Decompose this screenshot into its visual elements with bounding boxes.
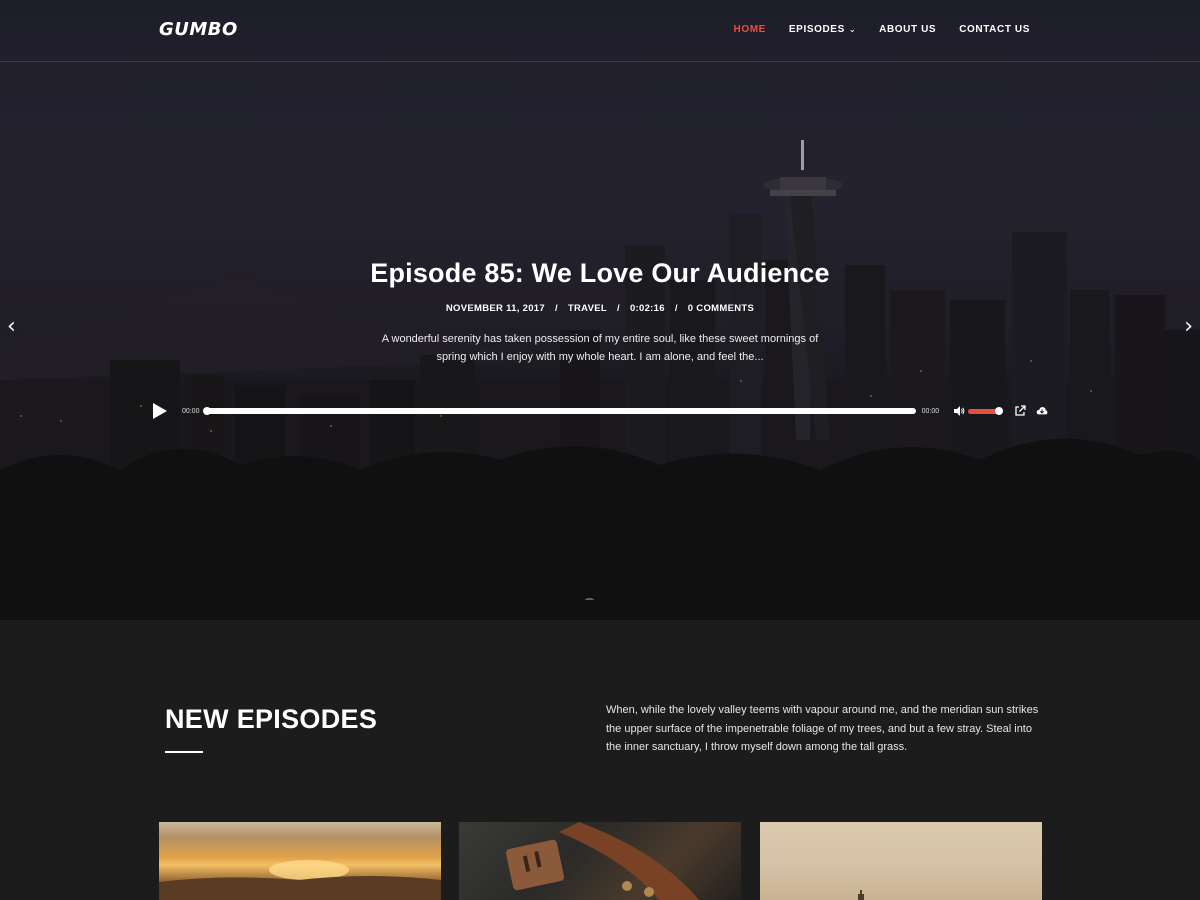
chevron-down-icon: ⌄ [848, 25, 857, 34]
episode-comments[interactable]: 0 COMMENTS [688, 303, 754, 314]
audio-player: 00:00 00:00 [152, 400, 1048, 422]
hero-content: Episode 85: We Love Our Audience NOVEMBE… [0, 258, 1200, 366]
volume-slider[interactable] [968, 407, 1004, 415]
total-time: 00:00 [921, 407, 940, 415]
slider-indicator[interactable] [585, 598, 594, 602]
nav-home-label: HOME [733, 24, 766, 35]
meta-separator: / [617, 303, 620, 314]
meta-separator: / [674, 303, 678, 314]
episode-card-thumbnail[interactable] [459, 822, 741, 900]
episode-card-thumbnail[interactable] [760, 822, 1042, 900]
episode-title[interactable]: Episode 85: We Love Our Audience [0, 258, 1200, 289]
nav-about[interactable]: ABOUT US [879, 24, 936, 35]
main-nav: HOME EPISODES ⌄ ABOUT US CONTACT US [734, 24, 1031, 35]
city-skyline-image [858, 890, 864, 900]
sunset-image [159, 860, 441, 900]
episode-excerpt: A wonderful serenity has taken possessio… [381, 333, 819, 363]
episode-category[interactable]: TRAVEL [568, 303, 607, 314]
episode-date[interactable]: NOVEMBER 11, 2017 [446, 303, 545, 314]
nav-contact[interactable]: CONTACT US [959, 24, 1030, 35]
nav-about-label: ABOUT US [879, 24, 937, 35]
episode-meta: NOVEMBER 11, 2017 / TRAVEL / 0:02:16 / 0… [0, 303, 1200, 314]
progress-handle[interactable] [203, 407, 212, 415]
episode-duration: 0:02:16 [629, 303, 665, 314]
nav-home[interactable]: HOME [734, 24, 766, 35]
volume-handle[interactable] [995, 407, 1004, 415]
nav-contact-label: CONTACT US [959, 24, 1030, 35]
current-time: 00:00 [181, 407, 200, 415]
volume-icon[interactable] [953, 405, 965, 417]
title-divider [165, 751, 203, 753]
meta-separator: / [554, 303, 558, 314]
leather-bag-image [505, 822, 699, 900]
site-logo[interactable]: GUMBO [159, 19, 238, 40]
episode-card-thumbnail[interactable] [159, 822, 441, 900]
nav-episodes[interactable]: EPISODES ⌄ [789, 24, 856, 35]
section-title: NEW EPISODES [165, 704, 378, 734]
progress-bar[interactable] [203, 407, 916, 415]
download-cloud-icon[interactable] [1036, 405, 1048, 417]
new-episodes-section: NEW EPISODES When, while the lovely vall… [0, 620, 1200, 900]
site-header: GUMBO HOME EPISODES ⌄ ABOUT US CONTACT U… [0, 0, 1200, 62]
nav-episodes-label: EPISODES [788, 24, 845, 35]
section-description: When, while the lovely valley teems with… [606, 704, 1039, 753]
play-icon[interactable] [152, 402, 168, 420]
external-link-icon[interactable] [1014, 405, 1026, 417]
